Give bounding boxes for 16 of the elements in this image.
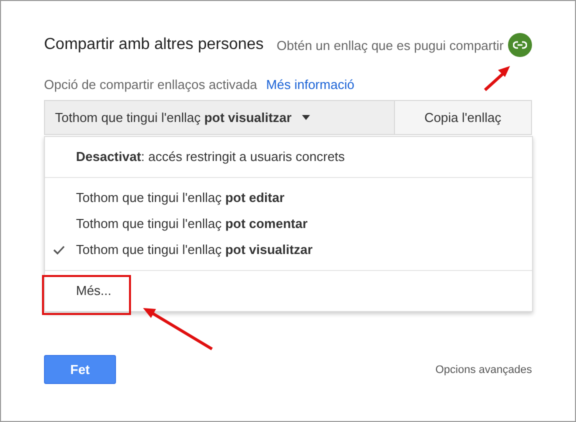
copy-link-button[interactable]: Copia l'enllaç xyxy=(394,100,532,135)
arrow-drawing xyxy=(484,66,510,92)
arrow-drawing xyxy=(143,308,213,350)
menu-item[interactable]: Tothom que tingui l'enllaç pot editar xyxy=(45,185,532,211)
menu-item[interactable]: Desactivat: accés restringit a usuaris concrets xyxy=(45,144,532,170)
menu-item[interactable]: Més... xyxy=(45,278,532,304)
link-icon[interactable] xyxy=(508,33,532,57)
menu-item[interactable]: Tothom que tingui l'enllaç pot visualitzar xyxy=(45,237,532,263)
menu-item[interactable]: Tothom que tingui l'enllaç pot comentar xyxy=(45,211,532,237)
advanced-options-link[interactable]: Opcions avançades xyxy=(435,364,532,376)
dialog-title: Compartir amb altres persones xyxy=(44,36,264,54)
access-dropdown[interactable]: Tothom que tingui l'enllaç pot visualitzar xyxy=(44,100,395,135)
more-info-link[interactable]: Més informació xyxy=(266,77,354,92)
share-hint: Obtén un enllaç que es pugui compartir xyxy=(276,38,504,52)
caret-icon xyxy=(302,115,310,120)
sharing-status: Opció de compartir enllaços activada xyxy=(44,77,258,92)
